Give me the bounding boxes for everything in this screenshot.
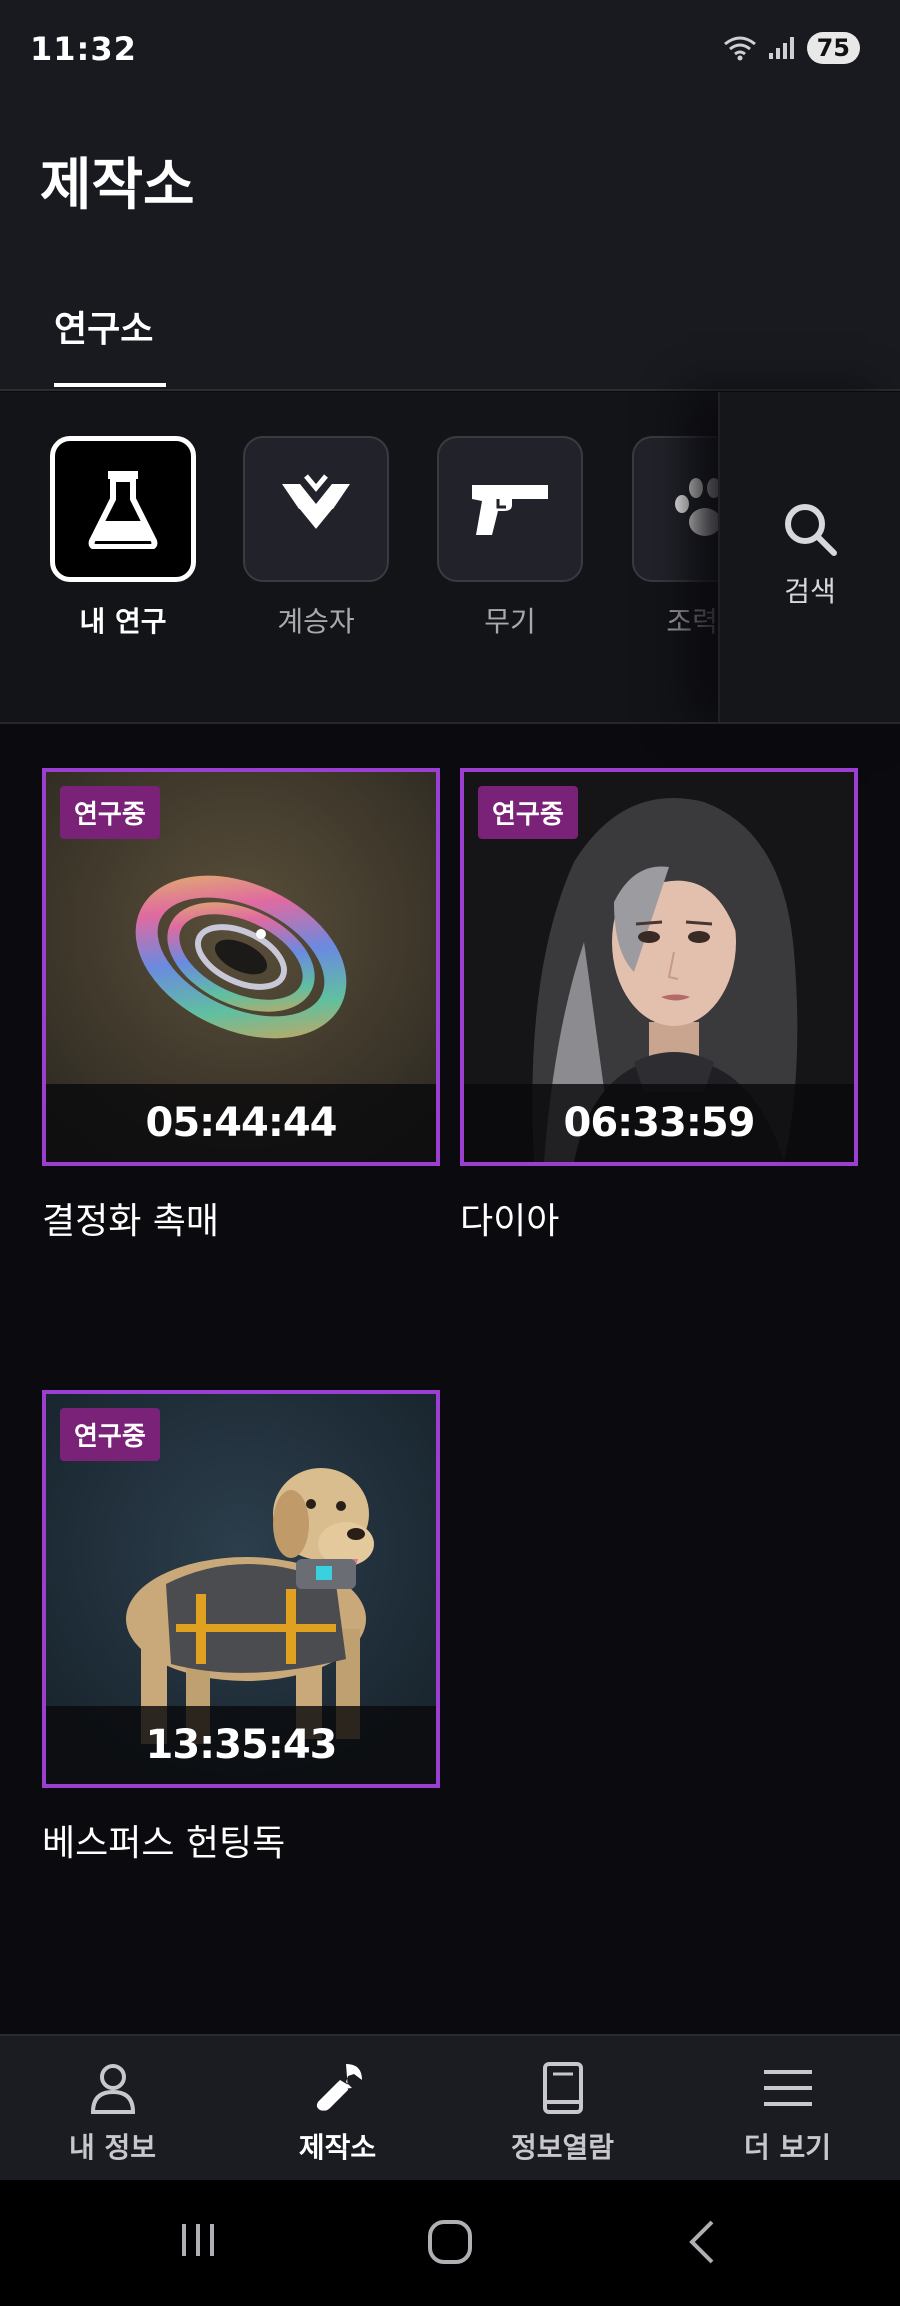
category-helper[interactable]: 조력자 (632, 436, 718, 640)
nav-my-info[interactable]: 내 정보 (0, 2060, 225, 2166)
research-item-name: 다이아 (460, 1201, 560, 1242)
system-navigation-bar (0, 2180, 900, 2306)
wrench-icon (316, 2064, 362, 2111)
nav-label: 제작소 (298, 2131, 377, 2164)
research-card[interactable]: 연구중 13:35:43 베스퍼스 헌팅독 (42, 1390, 440, 1866)
category-my-research-box (50, 436, 196, 582)
nav-workshop[interactable]: 제작소 (225, 2060, 450, 2166)
search-label: 검색 (784, 575, 836, 608)
person-icon (90, 2064, 135, 2114)
menu-icon (763, 2070, 812, 2106)
flask-icon (88, 471, 158, 549)
header-divider (0, 389, 900, 391)
category-label: 내 연구 (79, 605, 167, 638)
status-icons: 75 (723, 32, 860, 64)
countdown-timer: 05:44:44 (46, 1084, 436, 1162)
countdown-timer: 13:35:43 (46, 1706, 436, 1784)
home-icon[interactable] (426, 2218, 474, 2266)
book-icon (542, 2062, 583, 2114)
status-time: 11:32 (30, 30, 137, 68)
recent-apps-icon[interactable] (176, 2218, 220, 2262)
category-helper-box (632, 436, 718, 582)
research-item-name: 결정화 촉매 (42, 1201, 220, 1242)
tab-research-lab[interactable]: 연구소 (54, 300, 153, 352)
nav-label: 더 보기 (743, 2131, 832, 2164)
category-my-research[interactable]: 내 연구 (50, 436, 196, 640)
category-label: 조력자 (666, 605, 718, 638)
category-successor-box (243, 436, 389, 582)
back-icon[interactable] (684, 2218, 720, 2266)
nav-label: 정보열람 (510, 2131, 615, 2164)
category-scroll[interactable]: 내 연구 계승자 무기 조력 (0, 392, 718, 724)
category-divider (0, 722, 900, 724)
signal-icon (768, 37, 794, 59)
category-weapon[interactable]: 무기 (437, 436, 583, 640)
category-label: 계승자 (277, 605, 355, 638)
research-card-image: 연구중 13:35:43 (42, 1390, 440, 1788)
nav-label: 내 정보 (68, 2131, 157, 2164)
wifi-icon (723, 36, 756, 61)
research-item-name: 베스퍼스 헌팅독 (42, 1823, 286, 1864)
nav-info-browse[interactable]: 정보열람 (450, 2060, 675, 2166)
status-badge: 연구중 (478, 786, 578, 839)
search-icon (785, 504, 837, 556)
search-button[interactable]: 검색 (718, 392, 900, 724)
research-card-image: 연구중 06:33:59 (460, 768, 858, 1166)
category-label: 무기 (484, 605, 536, 638)
battery-indicator: 75 (806, 32, 860, 64)
category-weapon-box (437, 436, 583, 582)
status-bar: 11:32 75 (0, 0, 900, 100)
app-screen: 11:32 75 제작소 연구소 내 연구 계승자 무기 조력 검색 연구중 0… (0, 0, 900, 2306)
research-card-image: 연구중 05:44:44 (42, 768, 440, 1166)
status-badge: 연구중 (60, 1408, 160, 1461)
status-badge: 연구중 (60, 786, 160, 839)
pistol-icon (472, 485, 548, 535)
category-bar: 내 연구 계승자 무기 조력 검색 (0, 392, 900, 724)
tab-active-indicator (54, 383, 166, 387)
research-card[interactable]: 연구중 06:33:59 다이아 (460, 768, 858, 1244)
page-header: 제작소 연구소 (0, 100, 900, 391)
bottom-navigation: 내 정보 제작소 정보열람 더 보기 (0, 2034, 900, 2180)
page-title: 제작소 (40, 153, 195, 218)
category-successor[interactable]: 계승자 (243, 436, 389, 640)
nav-more[interactable]: 더 보기 (675, 2060, 900, 2166)
paw-icon (675, 478, 718, 536)
research-card[interactable]: 연구중 05:44:44 결정화 촉매 (42, 768, 440, 1244)
countdown-timer: 06:33:59 (464, 1084, 854, 1162)
chevron-emblem-icon (282, 474, 350, 536)
